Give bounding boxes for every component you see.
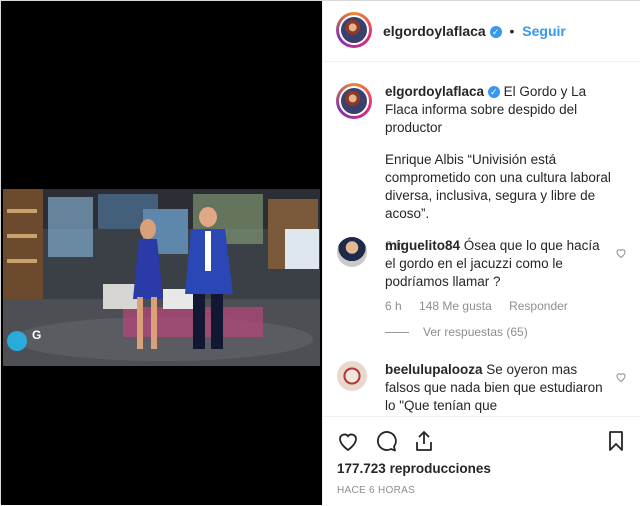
comment-likes[interactable]: 148 Me gusta xyxy=(419,299,492,313)
post-dialog: G elgordoylaflaca ✓ • Seguir elgordoylaf… xyxy=(0,0,640,506)
header-user-line: elgordoylaflaca ✓ • Seguir xyxy=(383,23,566,39)
views-count[interactable]: 177.723 reproducciones xyxy=(337,461,491,476)
comment-time[interactable]: 6 h xyxy=(385,299,402,313)
commenter-username[interactable]: miguelito84 xyxy=(385,238,460,253)
heart-outline-icon[interactable] xyxy=(615,247,627,259)
comment-meta: 6 h 148 Me gusta Responder xyxy=(385,299,627,313)
verified-badge-icon: ✓ xyxy=(489,26,502,38)
heart-outline-icon[interactable] xyxy=(615,371,627,383)
verified-badge-icon: ✓ xyxy=(487,86,500,98)
reply-button[interactable]: Responder xyxy=(509,299,568,313)
video-player[interactable]: G xyxy=(3,189,320,366)
follow-button[interactable]: Seguir xyxy=(522,23,566,39)
author-username[interactable]: elgordoylaflaca xyxy=(383,23,486,39)
media-pane: G xyxy=(1,1,322,505)
caption-body: Enrique Albis “Univisión está comprometi… xyxy=(385,152,611,221)
replies-divider xyxy=(385,331,409,333)
share-icon[interactable] xyxy=(412,429,436,453)
commenter-username[interactable]: beelulupalooza xyxy=(385,362,483,377)
separator-dot: • xyxy=(509,23,515,39)
views-label: reproducciones xyxy=(389,461,491,476)
caption-author-avatar[interactable] xyxy=(336,83,372,119)
commenter-avatar[interactable] xyxy=(337,361,367,391)
view-replies[interactable]: Ver respuestas (65) xyxy=(385,325,627,339)
comment-item: beelulupalooza Se oyeron mas falsos que … xyxy=(337,361,627,415)
comment-icon[interactable] xyxy=(374,429,398,453)
author-avatar[interactable] xyxy=(336,12,372,48)
post-caption: elgordoylaflaca ✓ El Gordo y La Flaca in… xyxy=(385,83,617,255)
video-watermark: G xyxy=(32,328,42,342)
caption-username[interactable]: elgordoylaflaca xyxy=(385,84,484,99)
post-timestamp[interactable]: HACE 6 HORAS xyxy=(337,485,415,496)
post-header: elgordoylaflaca ✓ • Seguir xyxy=(323,1,640,62)
view-replies-label[interactable]: Ver respuestas (65) xyxy=(423,325,528,339)
video-frame-image xyxy=(3,189,320,366)
comment-item: miguelito84 Ósea que lo que hacía el gor… xyxy=(337,237,627,339)
heart-icon[interactable] xyxy=(336,429,360,453)
comments-pane: elgordoylaflaca ✓ • Seguir elgordoylafla… xyxy=(322,1,640,506)
bookmark-icon[interactable] xyxy=(604,429,628,453)
commenter-avatar[interactable] xyxy=(337,237,367,267)
views-number: 177.723 xyxy=(337,461,386,476)
post-actions: 177.723 reproducciones HACE 6 HORAS xyxy=(323,416,640,506)
